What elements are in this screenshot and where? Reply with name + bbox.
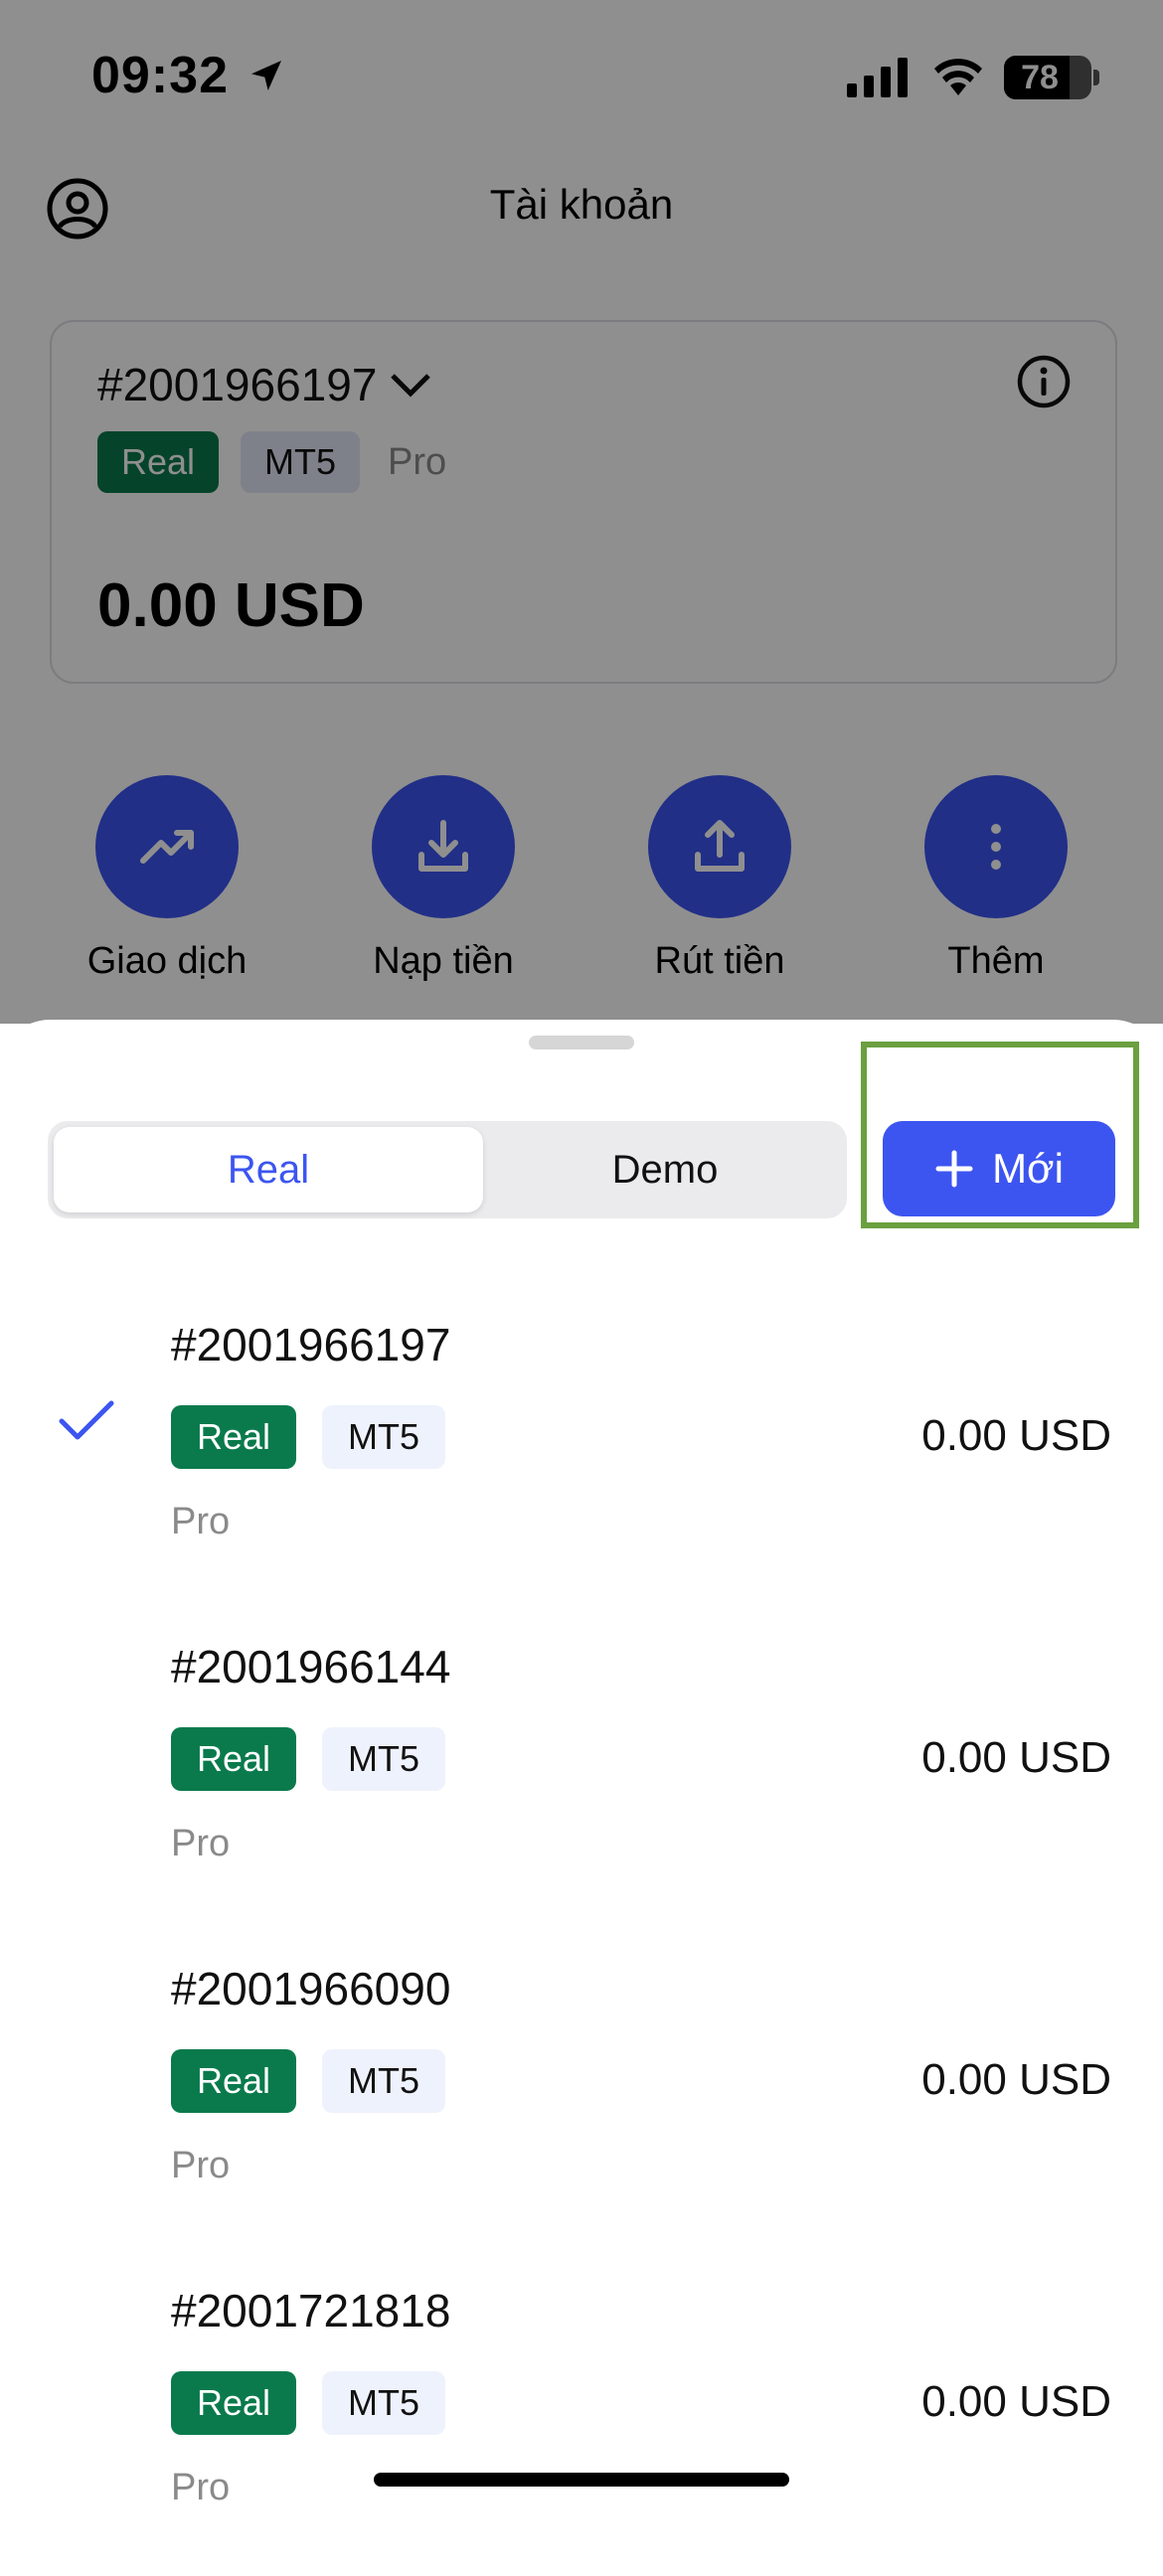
account-id: #2001966197 xyxy=(171,1319,451,1370)
tag-mt5: MT5 xyxy=(322,1727,446,1791)
account-row[interactable]: #2001966090 Real MT5 Pro 0.00 USD xyxy=(0,1936,1163,2254)
tag-real: Real xyxy=(171,2049,297,2113)
account-row[interactable]: #2001966144 Real MT5 Pro 0.00 USD xyxy=(0,1614,1163,1932)
account-balance: 0.00 USD xyxy=(921,1733,1111,1782)
account-tags: Real MT5 xyxy=(171,1727,446,1791)
account-row[interactable]: #2001721818 Real MT5 Pro 0.00 USD xyxy=(0,2258,1163,2576)
tag-mt5: MT5 xyxy=(322,1405,446,1469)
account-plan: Pro xyxy=(171,1823,231,1864)
account-plan: Pro xyxy=(171,2145,231,2186)
tag-real: Real xyxy=(171,2371,297,2435)
account-tags: Real MT5 xyxy=(171,1405,446,1469)
dim-overlay[interactable] xyxy=(0,0,1163,1024)
account-type-segmented-control: Real Demo xyxy=(48,1121,847,1218)
account-id: #2001721818 xyxy=(171,2285,451,2336)
account-plan: Pro xyxy=(171,1501,231,1542)
home-indicator[interactable] xyxy=(374,2473,789,2487)
checkmark-icon xyxy=(59,1400,114,1440)
account-balance: 0.00 USD xyxy=(921,2055,1111,2104)
account-id: #2001966144 xyxy=(171,1641,451,1692)
tag-real: Real xyxy=(171,1727,297,1791)
tag-real: Real xyxy=(171,1405,297,1469)
tag-mt5: MT5 xyxy=(322,2371,446,2435)
highlight-box xyxy=(861,1042,1139,1228)
account-tags: Real MT5 xyxy=(171,2371,446,2435)
account-tags: Real MT5 xyxy=(171,2049,446,2113)
segment-demo[interactable]: Demo xyxy=(489,1127,841,1212)
account-row[interactable]: #2001966197 Real MT5 Pro 0.00 USD xyxy=(0,1292,1163,1610)
tag-mt5: MT5 xyxy=(322,2049,446,2113)
account-balance: 0.00 USD xyxy=(921,2377,1111,2426)
account-id: #2001966090 xyxy=(171,1963,451,2014)
segment-real[interactable]: Real xyxy=(54,1127,483,1212)
sheet-grabber[interactable] xyxy=(529,1036,634,1049)
account-balance: 0.00 USD xyxy=(921,1411,1111,1460)
account-plan: Pro xyxy=(171,2467,231,2508)
